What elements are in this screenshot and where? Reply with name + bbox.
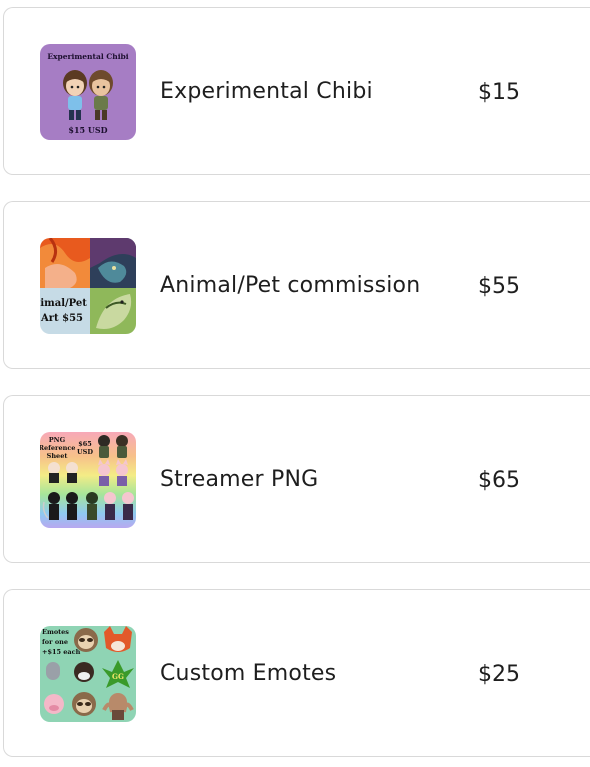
product-card-experimental-chibi[interactable]: Experimental Chibi $15 USD Experimental … (3, 7, 590, 175)
animal-artwork-image: nimal/Pet Art $55 (40, 238, 136, 334)
product-price: $65 (478, 467, 520, 493)
product-thumbnail: Experimental Chibi $15 USD (40, 44, 136, 140)
product-thumbnail: nimal/Pet Art $55 (40, 238, 136, 334)
product-title[interactable]: Custom Emotes (160, 590, 430, 758)
product-card-streamer-png[interactable]: PNG Reference Sheet $65 USD Streamer PNG… (3, 395, 590, 563)
emotes-artwork-image: Emotes for one +$15 each GG (40, 626, 136, 722)
thumb-caption-top: Experimental Chibi (47, 52, 128, 61)
streamer-png-artwork-image: PNG Reference Sheet $65 USD (40, 432, 136, 528)
thumb-caption-bottom: $15 USD (68, 125, 107, 135)
svg-text:GG: GG (112, 672, 124, 681)
product-title[interactable]: Animal/Pet commission (160, 202, 430, 370)
product-price: $15 (478, 79, 520, 105)
product-list: Experimental Chibi $15 USD Experimental … (0, 0, 590, 767)
product-card-animal-pet-commission[interactable]: nimal/Pet Art $55 Animal/Pet commission … (3, 201, 590, 369)
thumb-caption-line1: PNG (49, 436, 66, 444)
product-price: $25 (478, 661, 520, 687)
thumb-caption-line1: nimal/Pet (40, 298, 87, 309)
thumb-caption-line3: +$15 each (42, 648, 81, 656)
product-title[interactable]: Streamer PNG (160, 396, 430, 564)
product-price: $55 (478, 273, 520, 299)
thumb-caption-currency: USD (77, 448, 93, 456)
product-title[interactable]: Experimental Chibi (160, 8, 430, 176)
chibi-artwork-image: Experimental Chibi $15 USD (40, 44, 136, 140)
product-thumbnail: PNG Reference Sheet $65 USD (40, 432, 136, 528)
thumb-caption-line1: Emotes (42, 628, 69, 636)
thumb-caption-line2: for one (42, 638, 68, 646)
thumb-caption-line2: Art $55 (40, 313, 83, 324)
thumb-caption-price: $65 (78, 440, 92, 448)
product-thumbnail: Emotes for one +$15 each GG (40, 626, 136, 722)
thumb-caption-line2: Reference (40, 444, 75, 452)
thumb-caption-line3: Sheet (47, 452, 68, 460)
product-card-custom-emotes[interactable]: Emotes for one +$15 each GG Custom Emote… (3, 589, 590, 757)
